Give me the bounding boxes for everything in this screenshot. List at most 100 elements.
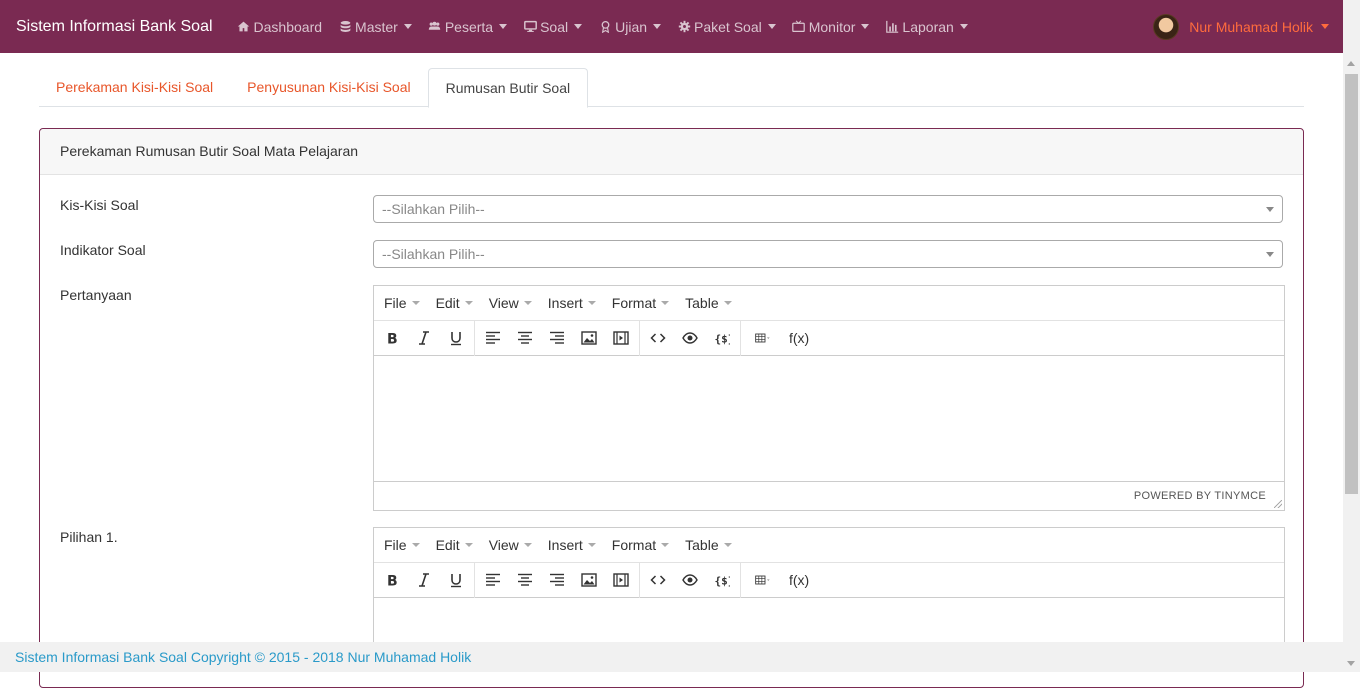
menu-insert[interactable]: Insert (548, 295, 596, 311)
menu-view[interactable]: View (489, 537, 532, 553)
caret-down-icon (653, 24, 662, 29)
caret-down-icon (587, 543, 596, 547)
table-icon[interactable] (743, 324, 783, 352)
powered-by-label[interactable]: POWERED BY TINYMCE (1134, 490, 1266, 502)
italic-icon[interactable] (408, 566, 440, 594)
preview-eye-icon[interactable] (674, 566, 706, 594)
menu-view[interactable]: View (489, 295, 532, 311)
menu-file[interactable]: File (384, 295, 420, 311)
formula-button[interactable]: f(x) (789, 330, 809, 346)
menu-insert[interactable]: Insert (548, 537, 596, 553)
user-menu[interactable]: Nur Muhamad Holik (1153, 0, 1329, 53)
preview-eye-icon[interactable] (674, 324, 706, 352)
editor-statusbar: POWERED BY TINYMCE (374, 481, 1284, 510)
align-left-icon[interactable] (477, 566, 509, 594)
template-braces-icon[interactable]: {$} (706, 566, 738, 594)
code-icon[interactable] (642, 566, 674, 594)
kisi-kisi-select[interactable]: --Silahkan Pilih-- (373, 195, 1283, 223)
format-group: B (374, 562, 475, 598)
underline-icon[interactable] (440, 324, 472, 352)
indikator-select[interactable]: --Silahkan Pilih-- (373, 240, 1283, 268)
image-icon[interactable] (573, 324, 605, 352)
caret-down-icon (411, 301, 420, 305)
align-left-icon[interactable] (477, 324, 509, 352)
italic-icon[interactable] (408, 324, 440, 352)
menu-edit[interactable]: Edit (436, 537, 473, 553)
underline-icon[interactable] (440, 566, 472, 594)
align-center-icon[interactable] (509, 566, 541, 594)
menu-label: Table (685, 537, 719, 553)
tab-rumusan-butir-soal[interactable]: Rumusan Butir Soal (427, 68, 589, 108)
formula-button[interactable]: f(x) (789, 572, 809, 588)
tab-perekaman-kisi-kisi[interactable]: Perekaman Kisi-Kisi Soal (39, 68, 230, 107)
resize-handle-icon[interactable] (1274, 500, 1282, 508)
pertanyaan-editor: File Edit View Insert Format Table B {$}… (373, 285, 1285, 511)
award-icon (598, 20, 612, 34)
caret-down-icon (411, 543, 420, 547)
media-icon[interactable] (605, 324, 637, 352)
nav-label: Soal (540, 18, 569, 35)
media-icon[interactable] (605, 566, 637, 594)
brand-title[interactable]: Sistem Informasi Bank Soal (16, 18, 213, 36)
nav-item-peserta[interactable]: Peserta (428, 18, 508, 35)
template-braces-icon[interactable]: {$} (706, 324, 738, 352)
nav-item-soal[interactable]: Soal (523, 18, 583, 35)
kisi-kisi-label: Kis-Kisi Soal (60, 197, 139, 213)
table-icon[interactable] (743, 566, 783, 594)
menu-table[interactable]: Table (685, 537, 732, 553)
format-group: B (374, 320, 475, 356)
caret-down-icon (574, 24, 583, 29)
menu-label: Edit (435, 295, 460, 311)
database-icon (338, 20, 352, 34)
pertanyaan-label: Pertanyaan (60, 287, 132, 303)
align-right-icon[interactable] (541, 324, 573, 352)
card-title: Perekaman Rumusan Butir Soal Mata Pelaja… (40, 129, 1303, 175)
editor-toolbar: B {$} f(x) (374, 562, 1284, 598)
page-scrollbar[interactable] (1343, 0, 1360, 672)
nav-item-monitor[interactable]: Monitor (792, 19, 870, 35)
caret-down-icon (499, 24, 508, 29)
home-icon (237, 20, 251, 34)
code-icon[interactable] (642, 324, 674, 352)
align-insert-group (475, 562, 640, 598)
nav-item-dashboard[interactable]: Dashboard (237, 19, 322, 35)
scroll-down-arrow-icon[interactable] (1343, 655, 1360, 672)
pilihan-1-label: Pilihan 1. (60, 529, 118, 545)
nav-label: Master (355, 18, 398, 35)
bold-icon[interactable]: B (376, 566, 408, 594)
user-name: Nur Muhamad Holik (1189, 18, 1313, 35)
code-group: {$} (640, 562, 741, 598)
menu-table[interactable]: Table (685, 295, 732, 311)
menu-format[interactable]: Format (612, 295, 670, 311)
bar-chart-icon (885, 20, 899, 34)
caret-down-icon (403, 24, 412, 29)
menu-label: File (384, 295, 407, 311)
caret-down-icon (661, 543, 670, 547)
align-right-icon[interactable] (541, 566, 573, 594)
nav-label: Peserta (444, 18, 494, 35)
nav-menu: Dashboard Master Peserta Soal Ujian Pake… (237, 0, 984, 53)
caret-down-icon (959, 24, 968, 29)
nav-label: Ujian (615, 18, 648, 35)
nav-item-paket-soal[interactable]: Paket Soal (677, 19, 776, 35)
caret-down-icon (464, 543, 473, 547)
menu-label: Edit (435, 537, 460, 553)
image-icon[interactable] (573, 566, 605, 594)
tab-penyusunan-kisi-kisi[interactable]: Penyusunan Kisi-Kisi Soal (230, 68, 427, 107)
align-center-icon[interactable] (509, 324, 541, 352)
nav-item-laporan[interactable]: Laporan (885, 19, 968, 35)
nav-item-ujian[interactable]: Ujian (598, 18, 662, 35)
pertanyaan-content-area[interactable] (374, 356, 1284, 481)
menu-edit[interactable]: Edit (436, 295, 473, 311)
nav-label: Monitor (808, 18, 856, 35)
menu-label: Format (611, 537, 657, 553)
menu-label: View (488, 295, 519, 311)
bold-icon[interactable]: B (376, 324, 408, 352)
menu-file[interactable]: File (384, 537, 420, 553)
scroll-up-arrow-icon[interactable] (1343, 55, 1360, 72)
caret-down-icon (587, 301, 596, 305)
menu-format[interactable]: Format (611, 537, 670, 553)
menu-label: File (384, 537, 407, 553)
scroll-thumb[interactable] (1345, 74, 1358, 494)
nav-item-master[interactable]: Master (338, 19, 412, 35)
